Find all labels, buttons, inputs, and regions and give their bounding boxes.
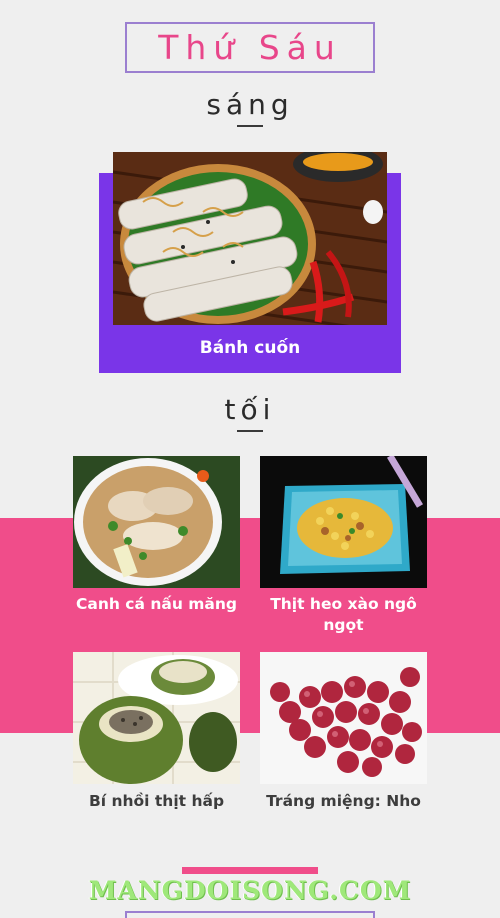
fish-soup-photo bbox=[73, 456, 240, 588]
evening-underline bbox=[237, 430, 263, 432]
next-title-frame bbox=[125, 911, 375, 918]
pork-corn-caption: Thịt heo xào ngô ngọt bbox=[270, 595, 417, 634]
grapes-caption: Tráng miệng: Nho bbox=[266, 792, 421, 810]
day-title: Thứ Sáu bbox=[125, 22, 375, 73]
morning-underline bbox=[237, 125, 263, 127]
pork-corn-photo bbox=[260, 456, 427, 588]
evening-label: tối bbox=[224, 393, 276, 426]
grapes-photo bbox=[260, 652, 427, 784]
site-watermark: MANGDOISONG.COM bbox=[88, 876, 412, 905]
morning-dish-caption: Bánh cuốn bbox=[199, 338, 301, 358]
stuffed-squash-caption: Bí nhồi thịt hấp bbox=[88, 792, 225, 810]
fish-soup-caption: Canh cá nấu măng bbox=[75, 595, 237, 613]
bottom-accent-bar bbox=[182, 867, 318, 874]
morning-label: sáng bbox=[206, 88, 294, 121]
banh-cuon-photo bbox=[113, 152, 387, 325]
stuffed-squash-photo bbox=[73, 652, 240, 784]
